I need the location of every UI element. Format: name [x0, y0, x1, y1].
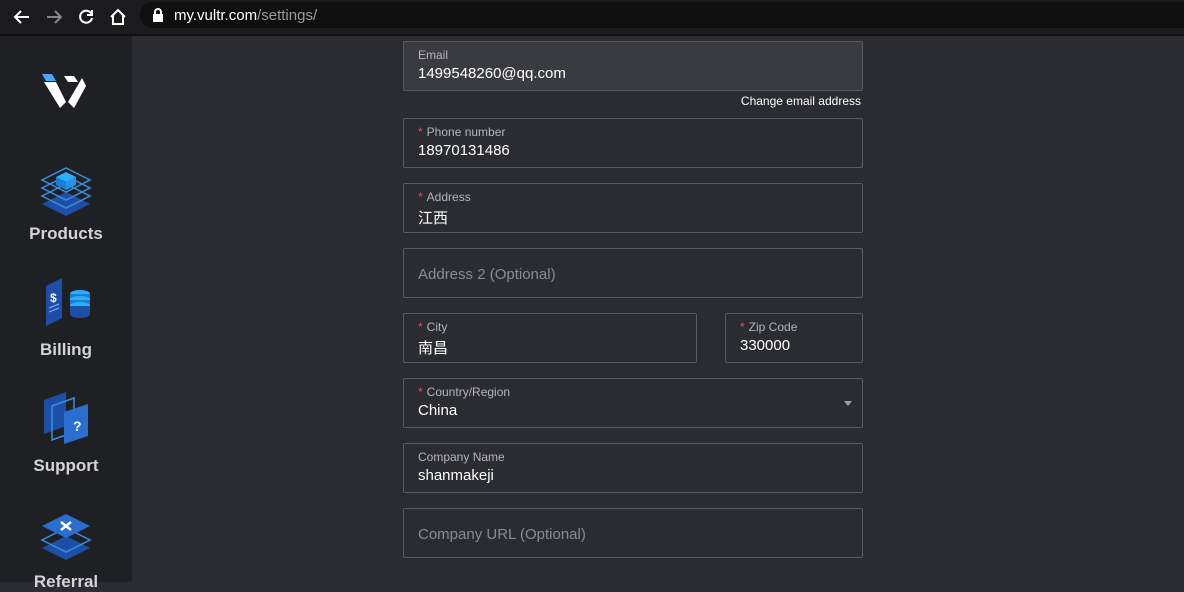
sidebar-item-support[interactable]: ? Support [0, 390, 132, 476]
company-name-field[interactable]: Company Name shanmakeji [403, 443, 863, 493]
arrow-left-icon [13, 10, 29, 24]
sidebar-item-billing[interactable]: $ Billing [0, 274, 132, 360]
address2-field[interactable]: Address 2 (Optional) [403, 248, 863, 298]
sidebar-item-label: Referral [33, 572, 99, 591]
country-value: China [418, 402, 458, 419]
url-path: /settings/ [257, 6, 318, 24]
support-icon: ? [44, 392, 88, 444]
sidebar-item-label: Products [29, 224, 103, 243]
address-field[interactable]: * Address 江西 [403, 183, 863, 233]
required-mark: * [418, 190, 423, 204]
address-bar[interactable]: my.vultr.com/settings/ [140, 2, 1184, 28]
email-value: 1499548260@qq.com [418, 65, 566, 82]
company-name-label: Company Name [418, 450, 505, 464]
address2-placeholder: Address 2 (Optional) [418, 266, 556, 283]
city-label: * City [418, 320, 448, 334]
arrow-right-icon [47, 10, 63, 24]
phone-field[interactable]: * Phone number 18970131486 [403, 118, 863, 168]
products-icon [40, 167, 92, 216]
zip-code-field[interactable]: * Zip Code 330000 [725, 313, 863, 363]
vultr-logo[interactable] [40, 72, 88, 112]
zip-code-value: 330000 [740, 337, 791, 354]
country-select[interactable]: * Country/Region China [403, 378, 863, 428]
phone-label: * Phone number [418, 125, 506, 139]
email-label: Email [418, 48, 449, 62]
sidebar-item-label: Billing [40, 340, 92, 359]
sidebar: Products $ Billing ? Support Referral [0, 36, 132, 591]
city-field[interactable]: * City 南昌 [403, 313, 697, 363]
svg-text:$: $ [50, 291, 57, 305]
sidebar-item-label: Support [33, 456, 99, 475]
back-button[interactable] [6, 2, 38, 32]
sidebar-item-products[interactable]: Products [0, 158, 132, 244]
required-mark: * [418, 320, 423, 334]
home-button[interactable] [102, 2, 134, 32]
required-mark: * [418, 125, 423, 139]
forward-button[interactable] [38, 2, 70, 32]
chevron-down-icon[interactable] [844, 401, 852, 406]
home-icon [110, 8, 126, 25]
url-host: my.vultr.com [174, 6, 258, 24]
reload-icon [79, 9, 93, 24]
company-url-field[interactable]: Company URL (Optional) [403, 508, 863, 558]
lock-icon [153, 8, 163, 22]
required-mark: * [740, 320, 745, 334]
email-field[interactable]: Email 1499548260@qq.com [403, 41, 863, 91]
referral-icon [40, 514, 92, 560]
svg-text:?: ? [73, 418, 82, 434]
company-name-value: shanmakeji [418, 467, 494, 484]
country-label: * Country/Region [418, 385, 511, 399]
required-mark: * [418, 385, 423, 399]
zip-code-label: * Zip Code [740, 320, 798, 334]
reload-button[interactable] [70, 2, 102, 32]
address-value: 江西 [418, 210, 449, 227]
company-url-placeholder: Company URL (Optional) [418, 526, 586, 543]
city-value: 南昌 [418, 340, 449, 357]
change-email-link[interactable]: Change email address [705, 94, 861, 108]
sidebar-item-referral[interactable]: Referral [0, 506, 132, 592]
divider [0, 34, 1184, 36]
phone-value: 18970131486 [418, 142, 510, 159]
address-label: * Address [418, 190, 471, 204]
billing-icon: $ [46, 278, 90, 326]
